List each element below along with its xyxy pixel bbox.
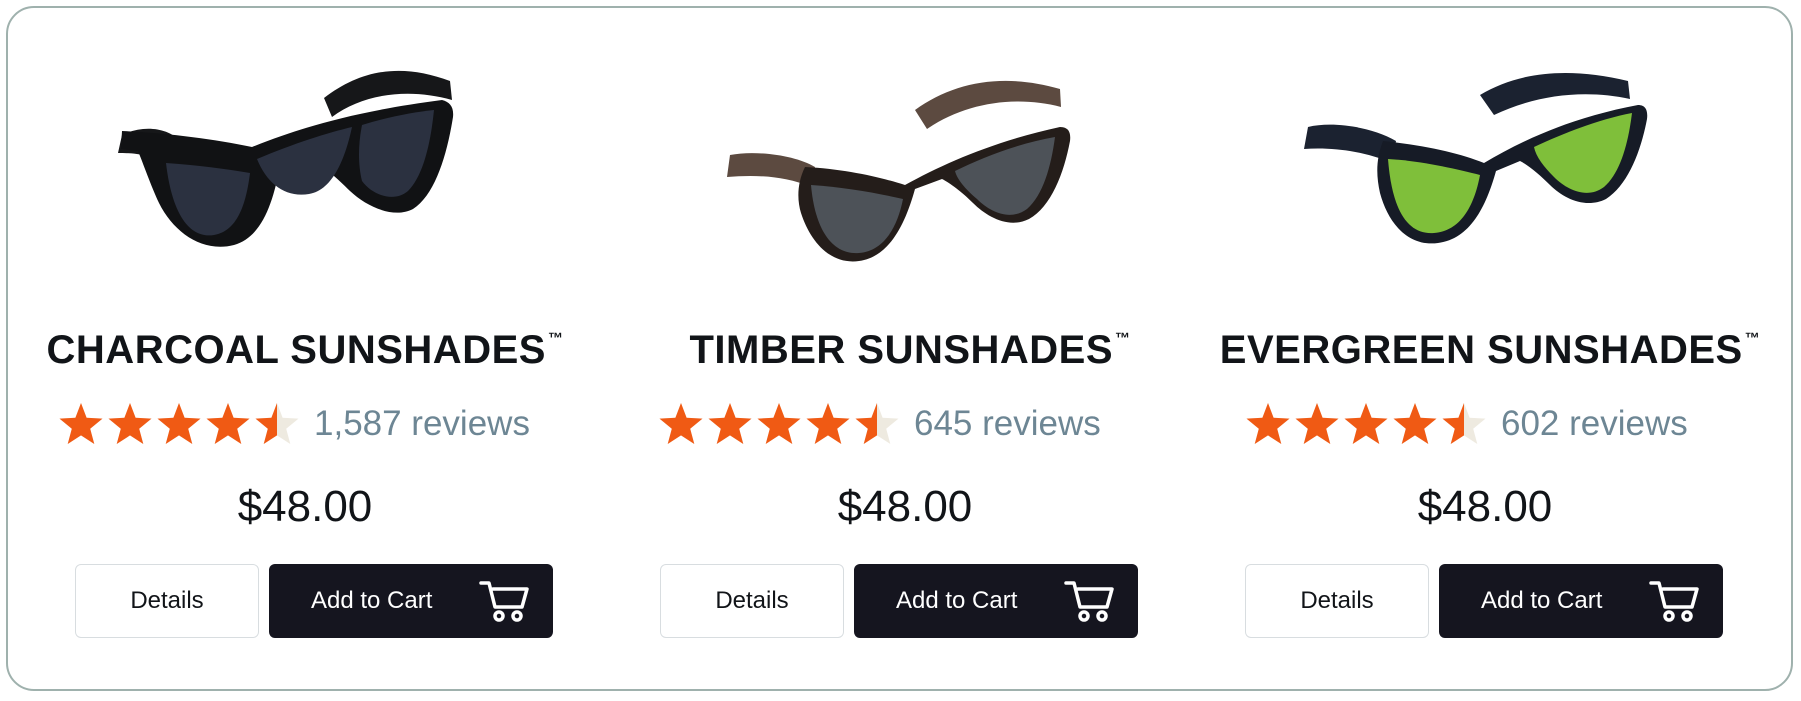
product-price: $48.00 <box>837 482 973 531</box>
star-icon <box>1344 403 1388 444</box>
star-icon <box>1393 403 1437 444</box>
details-label: Details <box>715 587 789 614</box>
product-image-timber[interactable] <box>715 55 1115 285</box>
details-label: Details <box>1300 587 1374 614</box>
add-to-cart-button[interactable]: Add to Cart <box>1439 564 1723 638</box>
details-label: Details <box>130 587 204 614</box>
review-count[interactable]: 645 reviews <box>914 404 1101 444</box>
star-icon <box>757 403 801 444</box>
cart-icon <box>1064 581 1114 622</box>
add-to-cart-label: Add to Cart <box>311 587 433 614</box>
sunglasses-graphic <box>727 80 1071 262</box>
product-price: $48.00 <box>237 482 373 531</box>
rating-row[interactable]: 1,587 reviews <box>58 398 530 450</box>
cart-icon <box>1649 581 1699 622</box>
star-icon <box>806 403 850 444</box>
product-image-charcoal[interactable] <box>102 55 502 285</box>
star-icon <box>1442 403 1486 444</box>
details-button[interactable]: Details <box>1245 564 1429 638</box>
star-icon <box>659 403 703 444</box>
rating-row[interactable]: 645 reviews <box>658 398 1101 450</box>
product-card-evergreen: EVERGREEN SUNSHADES ™ 602 reviews $48.00 … <box>1180 0 1800 701</box>
star-rating <box>1245 401 1487 447</box>
trademark-symbol: ™ <box>547 330 564 347</box>
product-price: $48.00 <box>1417 482 1553 531</box>
star-icon <box>59 403 103 444</box>
add-to-cart-button[interactable]: Add to Cart <box>854 564 1138 638</box>
sunglasses-graphic <box>1304 72 1648 244</box>
star-icon <box>157 403 201 444</box>
review-count[interactable]: 1,587 reviews <box>314 404 530 444</box>
add-to-cart-label: Add to Cart <box>1481 587 1603 614</box>
star-icon <box>206 403 250 444</box>
product-title[interactable]: TIMBER SUNSHADES ™ <box>600 328 1220 373</box>
review-count[interactable]: 602 reviews <box>1501 404 1688 444</box>
product-name: CHARCOAL SUNSHADES <box>46 328 546 372</box>
star-rating <box>58 401 300 447</box>
details-button[interactable]: Details <box>660 564 844 638</box>
rating-row[interactable]: 602 reviews <box>1245 398 1688 450</box>
sunglasses-graphic <box>118 70 454 247</box>
product-title[interactable]: EVERGREEN SUNSHADES ™ <box>1180 328 1800 373</box>
star-icon <box>708 403 752 444</box>
star-icon <box>1295 403 1339 444</box>
cart-icon <box>479 581 529 622</box>
star-icon <box>855 403 899 444</box>
star-rating <box>658 401 900 447</box>
trademark-symbol: ™ <box>1744 330 1761 347</box>
star-icon <box>108 403 152 444</box>
add-to-cart-label: Add to Cart <box>896 587 1018 614</box>
product-image-evergreen[interactable] <box>1288 55 1688 285</box>
product-title[interactable]: CHARCOAL SUNSHADES ™ <box>0 328 615 373</box>
product-name: EVERGREEN SUNSHADES <box>1219 328 1743 372</box>
star-icon <box>255 403 299 444</box>
star-icon <box>1246 403 1290 444</box>
product-card-timber: TIMBER SUNSHADES ™ 645 reviews $48.00 Det… <box>600 0 1220 701</box>
trademark-symbol: ™ <box>1115 330 1131 347</box>
add-to-cart-button[interactable]: Add to Cart <box>269 564 553 638</box>
product-name: TIMBER SUNSHADES <box>689 328 1114 372</box>
product-card-charcoal: CHARCOAL SUNSHADES ™ 1,587 reviews $48.00… <box>0 0 620 701</box>
details-button[interactable]: Details <box>75 564 259 638</box>
